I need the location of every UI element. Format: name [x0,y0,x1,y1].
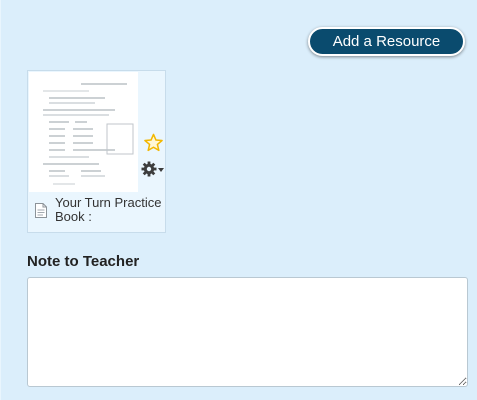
star-icon[interactable] [144,133,163,152]
gear-icon[interactable] [141,161,157,177]
resource-card[interactable]: Your Turn Practice Book : [27,70,166,233]
add-resource-button[interactable]: Add a Resource [308,27,465,56]
note-to-teacher-field[interactable] [27,277,468,387]
note-to-teacher-label: Note to Teacher [27,253,140,270]
resource-thumbnail[interactable] [29,72,138,192]
document-icon [35,203,47,218]
resource-panel: Add a Resource Your Turn Practice Book:… [0,0,477,400]
chevron-down-icon[interactable] [158,168,164,172]
resource-title[interactable]: Your Turn Practice Book : [55,196,165,224]
